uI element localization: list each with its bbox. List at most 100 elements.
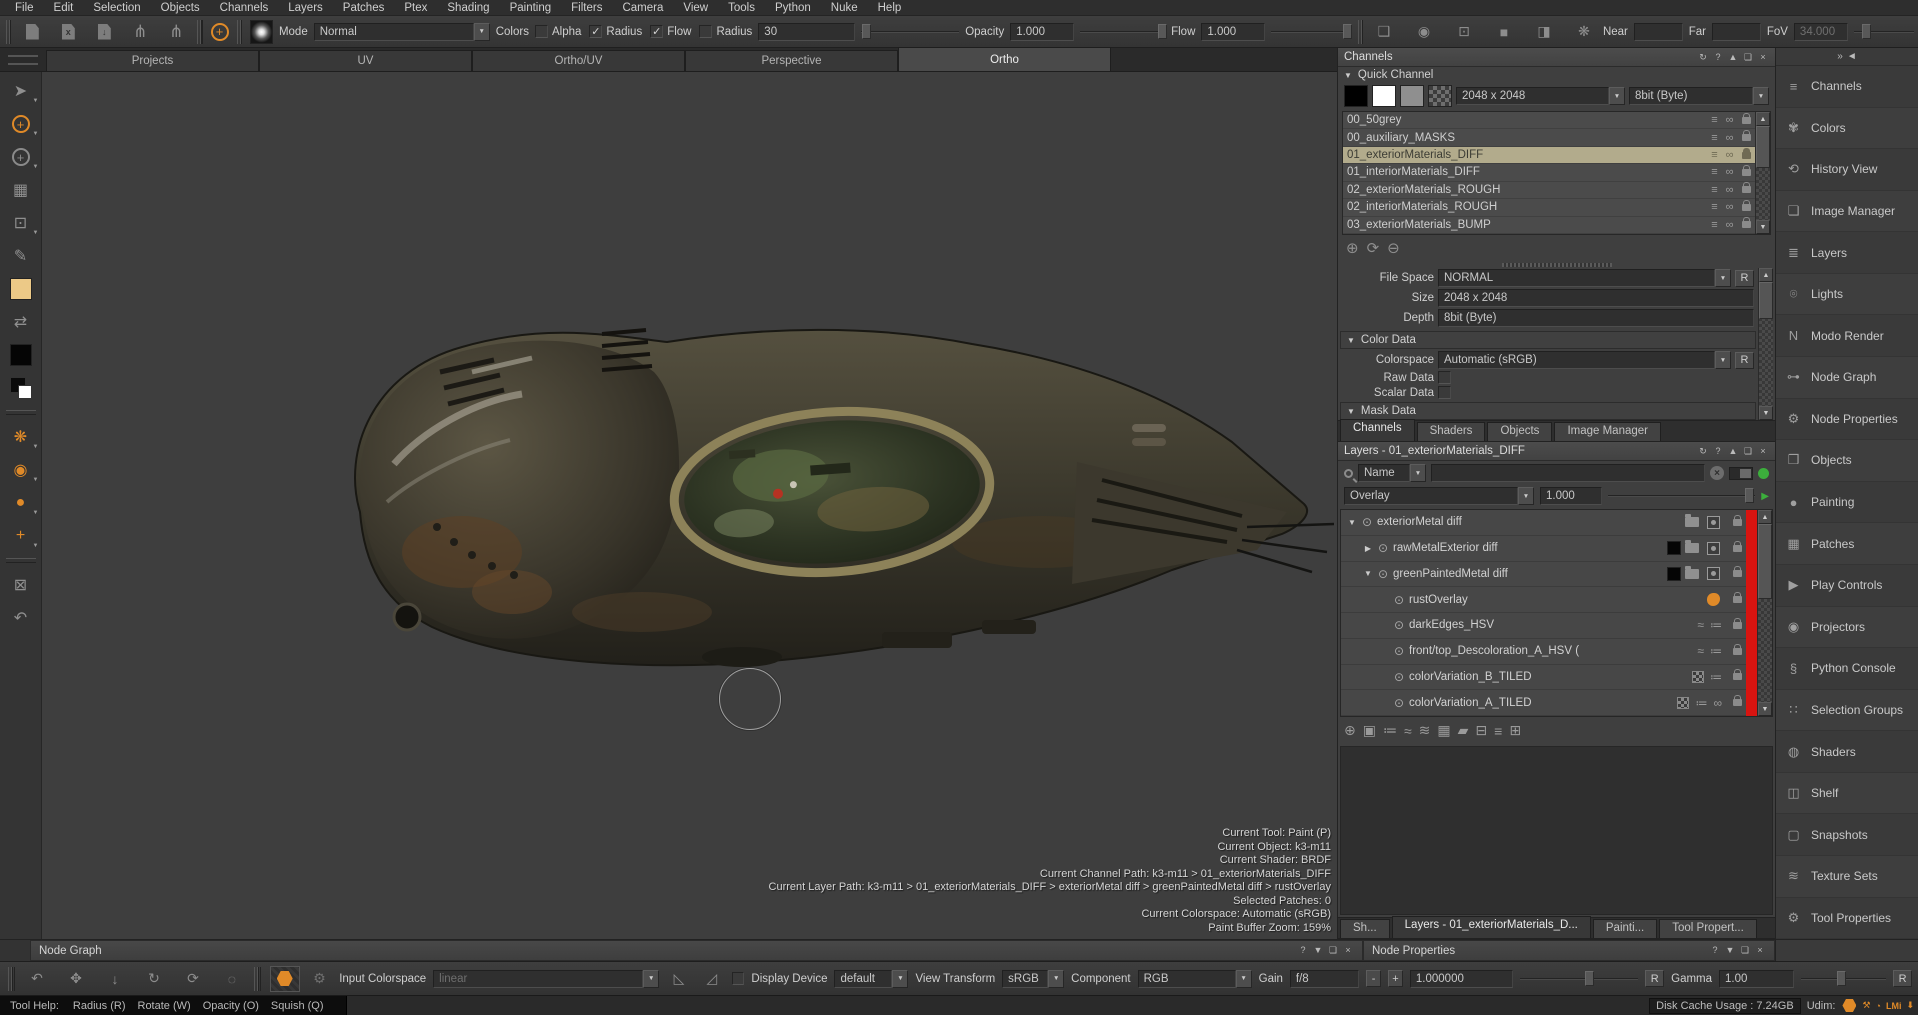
opacity-field[interactable]: 1.000 bbox=[1010, 23, 1073, 41]
scroll-down-icon[interactable]: ▼ bbox=[1756, 220, 1770, 234]
sidebar-item-selection-groups[interactable]: ∷Selection Groups bbox=[1776, 690, 1918, 732]
toolbar-grip[interactable] bbox=[6, 20, 11, 44]
gain-plus-button[interactable]: + bbox=[1388, 970, 1403, 987]
layer-scrollbar[interactable]: ▲ ▼ bbox=[1757, 510, 1772, 716]
layers-title-icon-0[interactable]: ↻ bbox=[1697, 446, 1709, 457]
dashed-circle-icon[interactable]: ◌ bbox=[219, 967, 245, 991]
menu-icon[interactable]: ≡ bbox=[1707, 166, 1722, 178]
colorspace-reset-button[interactable]: R bbox=[1735, 352, 1754, 369]
node-graph-titlebar[interactable]: Node Graph ?▼❏× bbox=[30, 940, 1363, 961]
file-space-dropdown[interactable]: NORMAL ▼ bbox=[1438, 269, 1731, 287]
color-data-header[interactable]: ▼ Color Data bbox=[1340, 331, 1756, 349]
scroll-up-icon[interactable]: ▲ bbox=[1758, 510, 1772, 524]
sidebar-header[interactable]: »◄ bbox=[1776, 48, 1918, 66]
menu-icon[interactable]: ≡ bbox=[1707, 114, 1722, 126]
add-adjustment-layer-icon[interactable]: ≔ bbox=[1383, 722, 1397, 739]
expander-icon[interactable]: ▶ bbox=[1361, 544, 1375, 553]
tabbar-grip[interactable] bbox=[0, 48, 46, 71]
lock-icon[interactable] bbox=[1742, 204, 1751, 211]
bottom-tab[interactable]: Painti... bbox=[1593, 919, 1657, 938]
lut-checkbox[interactable] bbox=[732, 972, 745, 985]
lock-icon[interactable] bbox=[1733, 673, 1742, 680]
sidebar-item-tool-properties[interactable]: ⚙Tool Properties bbox=[1776, 898, 1918, 940]
sidebar-item-objects[interactable]: ❒Objects bbox=[1776, 440, 1918, 482]
menu-tools[interactable]: Tools bbox=[719, 2, 764, 14]
scroll-up-icon[interactable]: ▲ bbox=[1759, 268, 1773, 282]
curve-icon[interactable]: ◺ bbox=[666, 967, 692, 991]
sidebar-item-texture-sets[interactable]: ≋Texture Sets bbox=[1776, 856, 1918, 898]
channels-title-icon-0[interactable]: ↻ bbox=[1697, 52, 1709, 63]
layer-row[interactable]: ▼⊙greenPaintedMetal diff bbox=[1341, 562, 1746, 588]
triangle-down-icon[interactable]: ▼ bbox=[1344, 71, 1352, 80]
lock-icon[interactable] bbox=[1742, 221, 1751, 228]
mask-swatch[interactable] bbox=[1667, 541, 1681, 555]
sidebar-item-colors[interactable]: ✾Colors bbox=[1776, 108, 1918, 150]
chevron-down-icon[interactable]: ▼ bbox=[1715, 269, 1731, 287]
group-folder-icon[interactable] bbox=[1685, 517, 1699, 527]
layer-row[interactable]: ⊙colorVariation_A_TILED≔∞ bbox=[1341, 690, 1746, 716]
layer-row[interactable]: ▼⊙exteriorMetal diff bbox=[1341, 510, 1746, 536]
raw-data-checkbox[interactable] bbox=[1438, 371, 1451, 384]
node-graph-title-icon-3[interactable]: × bbox=[1342, 945, 1354, 956]
ptex-branch-icon[interactable]: ⋔ bbox=[127, 20, 153, 44]
merge-layers-icon[interactable]: ⊟ bbox=[1475, 722, 1487, 739]
menu-icon[interactable]: ≡ bbox=[1707, 132, 1722, 144]
tab-ortho[interactable]: Ortho bbox=[898, 47, 1111, 71]
channels-panel-title[interactable]: Channels ↻?▲❏× bbox=[1338, 48, 1775, 67]
visibility-eye-icon[interactable]: ⊙ bbox=[1391, 618, 1407, 632]
flow-field[interactable]: 1.000 bbox=[1201, 23, 1264, 41]
view-transform-dropdown[interactable]: sRGB ▼ bbox=[1002, 970, 1064, 988]
tab-perspective[interactable]: Perspective bbox=[685, 50, 898, 71]
sidebar-item-python-console[interactable]: §Python Console bbox=[1776, 648, 1918, 690]
add-curve-layer-icon[interactable]: ≈ bbox=[1404, 723, 1412, 739]
lmi-status-icon[interactable]: LMi bbox=[1886, 998, 1902, 1013]
depth-field[interactable]: 8bit (Byte) bbox=[1438, 309, 1754, 327]
sidebar-item-channels[interactable]: ≡Channels bbox=[1776, 66, 1918, 108]
slice-tool-icon[interactable]: ✎ bbox=[9, 245, 33, 267]
visibility-eye-icon[interactable]: ⊙ bbox=[1375, 541, 1391, 555]
projector-eye-icon[interactable]: ◉ bbox=[1411, 20, 1437, 44]
chevron-down-icon[interactable]: ▼ bbox=[1753, 87, 1769, 105]
lock-icon[interactable] bbox=[1742, 186, 1751, 193]
remove-channel-icon[interactable]: ⊖ bbox=[1387, 239, 1400, 257]
reset-colors-icon[interactable] bbox=[10, 377, 32, 399]
patch-center-icon[interactable]: ⊡ bbox=[1451, 20, 1477, 44]
sidebar-item-patches[interactable]: ▦Patches bbox=[1776, 523, 1918, 565]
scalar-data-checkbox[interactable] bbox=[1438, 386, 1451, 399]
sync-channel-icon[interactable]: ⟳ bbox=[1367, 239, 1380, 257]
node-graph-title-icon-1[interactable]: ▼ bbox=[1312, 945, 1324, 956]
visibility-eye-icon[interactable]: ⊙ bbox=[1391, 670, 1407, 684]
mask-preview-icon[interactable] bbox=[1707, 516, 1720, 529]
menu-icon[interactable]: ≡ bbox=[1707, 149, 1722, 161]
node-graph-title-icon-2[interactable]: ❏ bbox=[1327, 945, 1339, 956]
group-folder-icon[interactable] bbox=[1685, 569, 1699, 579]
layer-row[interactable]: ⊙colorVariation_B_TILED≔ bbox=[1341, 665, 1746, 691]
lock-icon[interactable] bbox=[1742, 134, 1751, 141]
gain-value-field[interactable]: 1.000000 bbox=[1410, 970, 1513, 988]
project-close-icon[interactable]: x bbox=[55, 20, 81, 44]
menu-layers[interactable]: Layers bbox=[279, 2, 332, 14]
lock-icon[interactable] bbox=[1733, 648, 1742, 655]
gear-icon[interactable]: ⚙ bbox=[307, 967, 333, 991]
sidebar-item-lights[interactable]: ⌾Lights bbox=[1776, 274, 1918, 316]
mask-swatch[interactable] bbox=[1667, 567, 1681, 581]
display-device-dropdown[interactable]: default ▼ bbox=[834, 970, 908, 988]
opacity-slider[interactable] bbox=[1080, 31, 1166, 33]
layers-title-icon-2[interactable]: ▲ bbox=[1727, 446, 1739, 457]
brush-tip-preview[interactable] bbox=[250, 20, 273, 44]
quick-size-dropdown[interactable]: 2048 x 2048 ▼ bbox=[1456, 87, 1625, 105]
sidebar-item-history-view[interactable]: ⟲History View bbox=[1776, 149, 1918, 191]
mask-preview-icon[interactable] bbox=[1707, 542, 1720, 555]
file-space-reset-button[interactable]: R bbox=[1735, 270, 1754, 287]
sidebar-item-node-graph[interactable]: ⊶Node Graph bbox=[1776, 357, 1918, 399]
component-dropdown[interactable]: RGB ▼ bbox=[1138, 970, 1252, 988]
flow-slider[interactable] bbox=[1271, 31, 1350, 33]
layers-panel-title[interactable]: Layers - 01_exteriorMaterials_DIFF ↻?▲❏× bbox=[1338, 442, 1775, 461]
lighting-toggle[interactable] bbox=[270, 966, 300, 992]
rotate-icon[interactable]: ↻ bbox=[141, 967, 167, 991]
gain-slider[interactable] bbox=[1520, 978, 1639, 980]
scroll-up-icon[interactable]: ▲ bbox=[1756, 112, 1770, 126]
flatten-layers-icon[interactable]: ≋ bbox=[1419, 722, 1431, 739]
clear-search-icon[interactable]: × bbox=[1710, 466, 1724, 480]
menu-help[interactable]: Help bbox=[869, 2, 911, 14]
